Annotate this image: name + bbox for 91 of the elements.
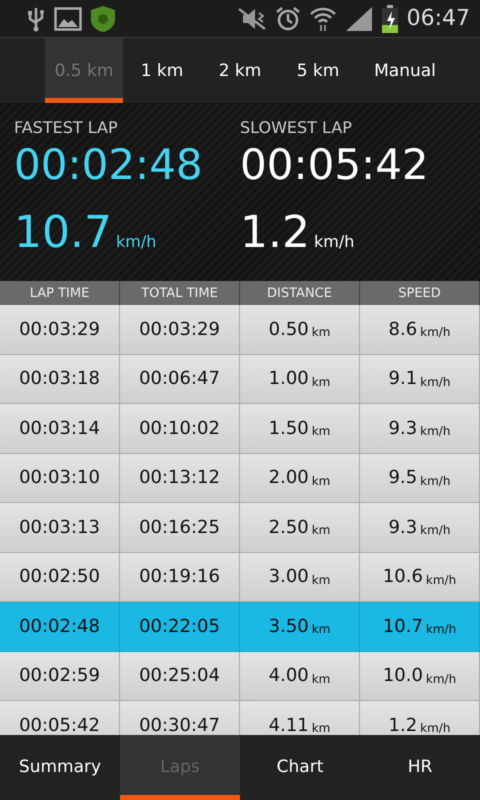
table-cell: 00:03:14 xyxy=(0,404,120,454)
cell-unit: km/h xyxy=(426,572,456,587)
cell-unit: km xyxy=(312,374,330,389)
signal-icon xyxy=(344,6,373,32)
table-cell: 00:03:18 xyxy=(0,354,120,404)
table-cell: 00:16:25 xyxy=(120,503,240,552)
cell-value: 9.1 xyxy=(388,368,418,390)
cell-value: 1.00 xyxy=(268,368,309,390)
speed-unit: km/h xyxy=(116,232,156,251)
cell-unit: km xyxy=(312,424,330,438)
lap-row[interactable]: 00:03:18 00:06:47 1.00 km 9.1 km/h xyxy=(0,354,480,404)
cell-unit: km/h xyxy=(420,325,450,340)
battery-charging-icon xyxy=(380,4,399,32)
cell-unit: km/h xyxy=(420,523,450,538)
cell-value: 9.3 xyxy=(388,516,418,538)
mute-icon xyxy=(236,6,267,30)
cell-unit: km/h xyxy=(420,474,450,488)
lap-row[interactable]: 00:03:29 00:03:29 0.50 km 8.6 km/h xyxy=(0,305,480,354)
cell-value: 2.50 xyxy=(268,516,309,538)
table-cell: 00:13:12 xyxy=(120,454,240,503)
table-cell: 00:03:13 xyxy=(0,503,120,552)
distance-tab[interactable]: 1 km xyxy=(123,38,201,103)
lap-time: 00:05:42 xyxy=(240,139,430,191)
table-cell: 00:05:42 xyxy=(0,701,120,735)
table-cell: 00:03:29 xyxy=(120,305,240,354)
table-cell: 00:06:47 xyxy=(120,354,240,404)
wifi-icon xyxy=(308,6,337,32)
cell-value: 9.3 xyxy=(388,418,418,439)
nav-tab[interactable]: Summary xyxy=(0,735,120,800)
cell-unit: km xyxy=(312,721,330,735)
cell-unit: km/h xyxy=(426,622,456,636)
table-cell: 00:03:10 xyxy=(0,454,120,503)
cell-unit: km/h xyxy=(420,374,450,389)
cell-unit: km xyxy=(312,474,330,488)
lap-row[interactable]: 00:03:13 00:16:25 2.50 km 9.3 km/h xyxy=(0,503,480,552)
lap-speed: 1.2 xyxy=(240,207,310,258)
cell-value: 4.00 xyxy=(268,665,309,686)
cell-value: 10.6 xyxy=(382,566,423,588)
distance-tab[interactable]: 2 km xyxy=(201,38,279,103)
table-cell: 00:02:50 xyxy=(0,552,120,602)
nav-tab[interactable]: HR xyxy=(360,735,480,800)
cell-unit: km xyxy=(312,325,330,340)
cell-value: 9.5 xyxy=(388,467,418,488)
lap-row[interactable]: 00:05:42 00:30:47 4.11 km 1.2 km/h xyxy=(0,701,480,735)
lap-label: SLOWEST LAP xyxy=(240,118,353,137)
table-cell: 00:30:47 xyxy=(120,701,240,735)
lap-row[interactable]: 00:03:10 00:13:12 2.00 km 9.5 km/h xyxy=(0,454,480,503)
column-header: DISTANCE xyxy=(240,281,360,305)
cell-unit: km/h xyxy=(420,721,450,735)
cell-value: 2.00 xyxy=(268,467,309,488)
lap-row[interactable]: 00:02:48 00:22:05 3.50 km 10.7 km/h xyxy=(0,602,480,652)
cell-value: 4.11 xyxy=(268,714,309,735)
cell-unit: km/h xyxy=(426,672,456,686)
cell-value: 10.7 xyxy=(382,616,423,637)
alarm-icon xyxy=(274,6,301,32)
cell-value: 8.6 xyxy=(388,318,418,340)
cell-value: 0.50 xyxy=(268,318,309,340)
table-cell: 00:22:05 xyxy=(120,602,240,652)
cell-value: 1.50 xyxy=(268,418,309,439)
cell-unit: km/h xyxy=(420,424,450,438)
cell-unit: km xyxy=(312,523,330,538)
column-header: SPEED xyxy=(360,281,480,305)
column-header: TOTAL TIME xyxy=(120,281,240,305)
distance-tab[interactable]: Manual xyxy=(357,38,453,103)
lap-speed: 10.7 xyxy=(14,207,112,258)
lap-time: 00:02:48 xyxy=(14,139,204,191)
column-header: LAP TIME xyxy=(0,281,120,305)
cell-value: 3.50 xyxy=(268,616,309,637)
distance-tab[interactable]: 5 km xyxy=(279,38,357,103)
table-cell: 00:25:04 xyxy=(120,652,240,701)
cell-value: 3.00 xyxy=(268,566,309,588)
speed-unit: km/h xyxy=(314,232,354,251)
table-cell: 00:02:59 xyxy=(0,652,120,701)
clock-time: 06:47 xyxy=(406,6,470,31)
usb-icon xyxy=(26,6,46,32)
nav-tab[interactable]: Chart xyxy=(240,735,360,800)
cell-value: 1.2 xyxy=(388,714,418,735)
cell-value: 10.0 xyxy=(382,665,423,686)
table-cell: 00:19:16 xyxy=(120,552,240,602)
cell-unit: km xyxy=(312,622,330,636)
table-cell: 00:02:48 xyxy=(0,602,120,652)
cell-unit: km xyxy=(312,672,330,686)
lap-row[interactable]: 00:02:59 00:25:04 4.00 km 10.0 km/h xyxy=(0,652,480,701)
lap-row[interactable]: 00:02:50 00:19:16 3.00 km 10.6 km/h xyxy=(0,552,480,602)
lap-label: FASTEST LAP xyxy=(14,118,119,137)
table-cell: 00:10:02 xyxy=(120,404,240,454)
shield-icon xyxy=(90,4,116,32)
lap-row[interactable]: 00:03:14 00:10:02 1.50 km 9.3 km/h xyxy=(0,404,480,454)
table-cell: 00:03:29 xyxy=(0,305,120,354)
image-icon xyxy=(54,6,82,30)
cell-unit: km xyxy=(312,572,330,587)
